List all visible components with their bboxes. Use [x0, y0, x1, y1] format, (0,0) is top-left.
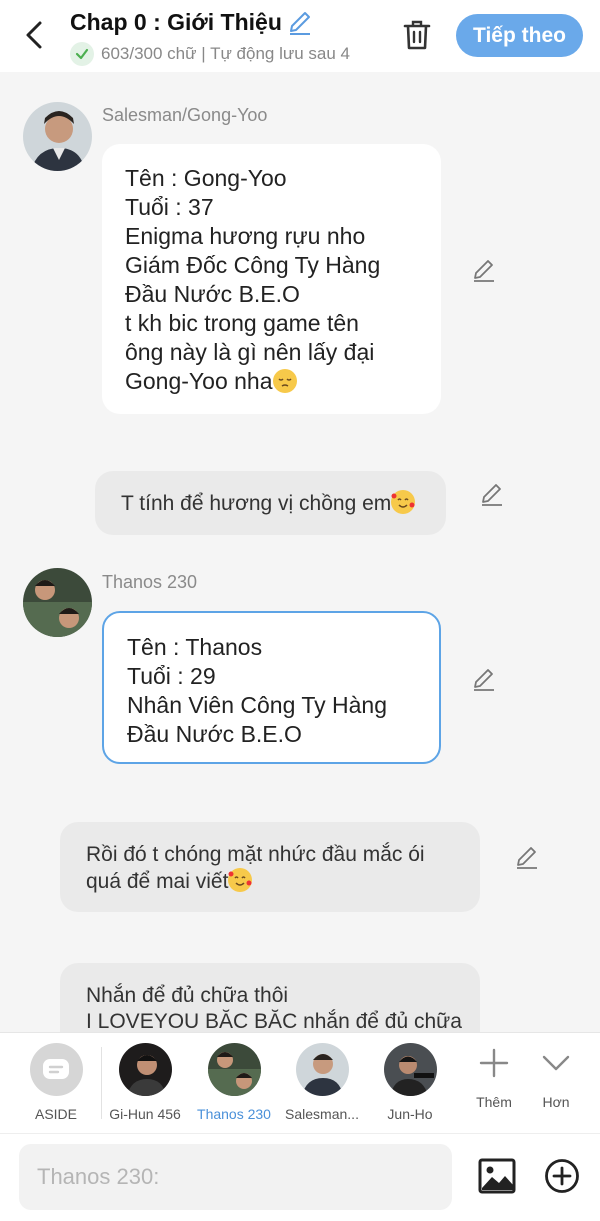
message-line: Tuổi : 37: [125, 194, 214, 220]
image-icon: [478, 1158, 516, 1194]
character-label: Jun-Ho: [387, 1106, 433, 1122]
add-label: Thêm: [476, 1094, 512, 1110]
character-label: Salesman...: [285, 1106, 359, 1122]
back-button[interactable]: [20, 18, 50, 52]
character-salesman[interactable]: Salesman...: [280, 1043, 364, 1122]
speaker-name: Thanos 230: [102, 572, 198, 592]
message-line: quá để mai viết: [86, 870, 229, 893]
message-line: Tên : Gong-Yoo: [125, 165, 287, 191]
character-bar: ASIDE Gi-Hun 456 Thanos 230 Salesman...: [0, 1032, 600, 1133]
message-line: ông này là gì nên lấy đại: [125, 339, 375, 365]
avatar: [295, 1043, 349, 1096]
message-line: Rồi đó t chóng mặt nhức đầu mắc ói: [86, 843, 425, 866]
aside-icon: [29, 1043, 83, 1096]
pencil-icon[interactable]: [286, 8, 314, 36]
smiling-face-with-hearts-emoji: [391, 490, 416, 514]
character-aside[interactable]: ASIDE: [18, 1043, 94, 1122]
avatar[interactable]: [23, 568, 92, 637]
character-label: ASIDE: [34, 1106, 77, 1122]
avatar: [383, 1043, 437, 1096]
top-bar: Chap 0 : Giới Thiệu 603/300 chữ | Tự độn…: [0, 0, 600, 72]
next-button[interactable]: Tiếp theo: [456, 14, 583, 57]
character-thanos[interactable]: Thanos 230: [190, 1043, 278, 1122]
message-line: Giám Đốc Công Ty Hàng: [125, 252, 381, 278]
add-character-button[interactable]: Thêm: [472, 1047, 516, 1110]
avatar: [118, 1043, 172, 1096]
plus-icon: [479, 1048, 509, 1078]
message-bubble-selected[interactable]: Tên : Thanos Tuổi : 29 Nhân Viên Công Ty…: [102, 611, 441, 764]
divider: [101, 1047, 102, 1119]
message-list[interactable]: Salesman/Gong-Yoo Tên : Gong-Yoo Tuổi : …: [0, 72, 600, 1032]
word-count-status: 603/300 chữ | Tự động lưu sau 4: [101, 44, 351, 63]
chapter-title[interactable]: Chap 0 : Giới Thiệu: [70, 9, 282, 36]
pencil-icon[interactable]: [471, 257, 497, 283]
message-line: Enigma hương rựu nho: [125, 223, 366, 249]
pencil-icon[interactable]: [479, 481, 505, 507]
trash-icon: [403, 20, 431, 50]
message-line: Nhân Viên Công Ty Hàng: [127, 692, 387, 718]
smiling-face-with-hearts-emoji: [228, 868, 253, 892]
character-gi-hun[interactable]: Gi-Hun 456: [105, 1043, 185, 1122]
avatar: [207, 1043, 261, 1096]
delete-button[interactable]: [401, 18, 433, 52]
composer-bar: [0, 1133, 600, 1221]
speaker-name: Salesman/Gong-Yoo: [102, 105, 268, 125]
aside-bubble[interactable]: T tính để hương vị chồng em: [95, 471, 446, 535]
chat-story-editor: Chap 0 : Giới Thiệu 603/300 chữ | Tự độn…: [0, 0, 600, 1221]
avatar[interactable]: [23, 102, 92, 171]
chevron-down-icon: [542, 1055, 570, 1071]
message-bubble[interactable]: Tên : Gong-Yoo Tuổi : 37 Enigma hương rự…: [102, 144, 441, 414]
message-line: Nhắn để đủ chữa thôi: [86, 984, 289, 1007]
message-line: Gong-Yoo nha: [125, 368, 273, 394]
message-line: I LOVEYOU BĂC BĂC nhắn để đủ chữa: [86, 1010, 462, 1032]
character-label: Thanos 230: [197, 1106, 271, 1122]
pencil-icon[interactable]: [471, 666, 497, 692]
title-row: Chap 0 : Giới Thiệu: [70, 8, 314, 36]
character-jun-ho[interactable]: Jun-Ho: [372, 1043, 448, 1122]
message-line: t kh bic trong game tên: [125, 310, 359, 336]
check-icon: [70, 42, 94, 66]
character-label: Gi-Hun 456: [109, 1106, 181, 1122]
insert-image-button[interactable]: [478, 1158, 516, 1194]
save-status: 603/300 chữ | Tự động lưu sau 4: [70, 42, 376, 66]
more-label: Hơn: [542, 1094, 570, 1110]
aside-bubble[interactable]: Nhắn để đủ chữa thôi I LOVEYOU BĂC BĂC n…: [60, 963, 480, 1032]
message-line: Tên : Thanos: [127, 634, 263, 660]
message-input[interactable]: [19, 1144, 452, 1210]
plus-circle-icon: [545, 1159, 579, 1193]
aside-bubble[interactable]: Rồi đó t chóng mặt nhức đầu mắc ói quá đ…: [60, 822, 480, 912]
message-line: Tuổi : 29: [127, 663, 216, 689]
chevron-left-icon: [26, 21, 42, 49]
more-button[interactable]: Hơn: [536, 1047, 576, 1110]
add-button[interactable]: [544, 1158, 580, 1194]
pensive-face-emoji: [272, 369, 297, 393]
message-line: Đầu Nước B.E.O: [127, 721, 302, 747]
message-line: T tính để hương vị chồng em: [121, 492, 392, 515]
pencil-icon[interactable]: [514, 844, 540, 870]
message-line: Đầu Nước B.E.O: [125, 281, 300, 307]
